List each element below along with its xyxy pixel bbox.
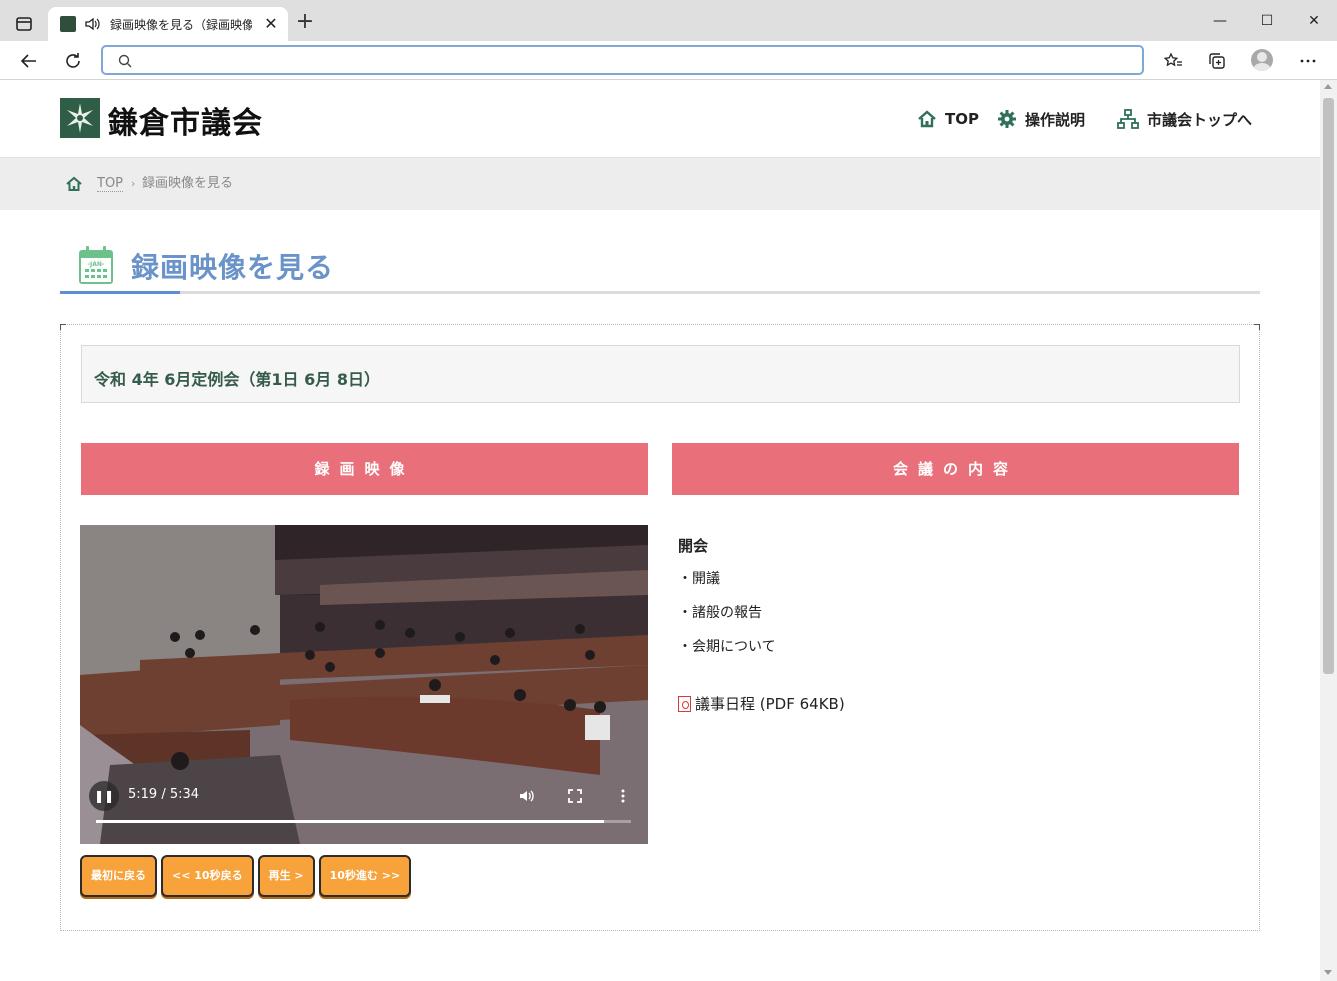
video-control-buttons: 最初に戻る << 10秒戻る 再生 > 10秒進む >> [80, 855, 415, 897]
video-progress-bar[interactable] [96, 820, 631, 823]
profile-avatar-icon[interactable] [1251, 49, 1273, 71]
header-nav-top[interactable]: TOP [917, 108, 979, 130]
scroll-up-arrow-icon[interactable] [1324, 84, 1332, 89]
fullscreen-icon[interactable] [566, 787, 584, 805]
video-player[interactable]: ❚❚ 5:19 / 5:34 [80, 525, 648, 844]
corner-mark [1254, 324, 1260, 330]
header-nav-top-label: TOP [945, 110, 979, 128]
tab-actions-icon[interactable] [12, 12, 36, 36]
search-icon [117, 53, 133, 69]
close-window-button[interactable]: ✕ [1303, 10, 1325, 32]
calendar-icon: -JAN- [78, 245, 114, 285]
gear-icon [998, 110, 1016, 128]
page-title: 録画映像を見る [131, 251, 335, 284]
address-input[interactable] [139, 50, 1129, 70]
maximize-button[interactable]: ☐ [1256, 10, 1278, 32]
meeting-item[interactable]: ・開議 [678, 568, 1238, 588]
volume-icon[interactable] [518, 787, 536, 805]
new-tab-button[interactable]: + [294, 11, 316, 34]
speaker-icon[interactable] [84, 15, 102, 33]
tab-close-icon[interactable]: ✕ [262, 15, 280, 33]
browser-tab[interactable]: 録画映像を見る（録画映像） ✕ [48, 7, 288, 41]
forward-10s-button[interactable]: 10秒進む >> [318, 855, 412, 897]
pause-icon[interactable]: ❚❚ [89, 781, 119, 811]
scroll-down-arrow-icon[interactable] [1324, 970, 1332, 975]
restart-button[interactable]: 最初に戻る [80, 855, 157, 897]
scroll-thumb[interactable] [1323, 98, 1334, 674]
breadcrumb-current: 録画映像を見る [142, 176, 234, 191]
pdf-icon [678, 695, 691, 712]
refresh-icon[interactable] [61, 49, 85, 73]
more-menu-icon[interactable] [1296, 49, 1320, 73]
home-icon [918, 110, 936, 128]
title-underline-accent [60, 291, 180, 294]
meeting-heading[interactable]: 開会 [678, 535, 1238, 556]
play-button[interactable]: 再生 > [257, 855, 315, 897]
meeting-item[interactable]: ・会期について [678, 636, 1238, 656]
agenda-pdf-link[interactable]: 議事日程 (PDF 64KB) [678, 693, 845, 714]
collections-icon[interactable] [1205, 49, 1229, 73]
meeting-content: 開会 ・開議 ・諸般の報告 ・会期について [678, 535, 1238, 670]
session-title: 令和 4年 6月定例会（第1日 6月 8日） [94, 370, 380, 389]
header-nav-guide-label: 操作説明 [1025, 110, 1086, 129]
video-panel-header: 録画映像 [81, 443, 648, 495]
sitemap-icon [1117, 109, 1139, 129]
meeting-item[interactable]: ・諸般の報告 [678, 602, 1238, 622]
browser-nav-bar [0, 41, 1337, 80]
kamakura-emblem-icon[interactable] [60, 98, 100, 138]
content-box: 令和 4年 6月定例会（第1日 6月 8日） 録画映像 会議の内容 ❚❚ 5:1… [60, 324, 1260, 931]
address-bar[interactable] [101, 45, 1144, 75]
site-header: 鎌倉市議会 TOP 操作説明 市議会トップへ [0, 80, 1320, 158]
video-time: 5:19 / 5:34 [128, 787, 200, 802]
tab-title: 録画映像を見る（録画映像） [110, 18, 252, 32]
site-favicon-icon [60, 16, 76, 32]
minimize-button[interactable]: — [1209, 10, 1231, 32]
browser-tab-bar: 録画映像を見る（録画映像） ✕ + — ☐ ✕ [0, 0, 1337, 41]
corner-mark [60, 324, 66, 330]
breadcrumb-separator: › [131, 177, 136, 190]
back-arrow-icon[interactable] [17, 49, 41, 73]
site-logo-text[interactable]: 鎌倉市議会 [108, 98, 263, 142]
session-header: 令和 4年 6月定例会（第1日 6月 8日） [81, 345, 1240, 403]
svg-text:-JAN-: -JAN- [88, 261, 105, 268]
agenda-pdf-label: 議事日程 (PDF 64KB) [695, 695, 845, 713]
breadcrumb: TOP › 録画映像を見る [0, 158, 1320, 210]
content-panel-header: 会議の内容 [672, 443, 1239, 495]
breadcrumb-home-icon[interactable] [66, 176, 82, 192]
page-scrollbar[interactable] [1320, 80, 1337, 981]
video-more-icon[interactable] [614, 787, 632, 805]
video-progress-fill [96, 820, 605, 823]
header-nav-council-top[interactable]: 市議会トップへ [1117, 108, 1252, 130]
favorites-star-icon[interactable] [1161, 49, 1185, 73]
web-page: 鎌倉市議会 TOP 操作説明 市議会トップへ TOP › 録画映像を見る -JA… [0, 80, 1320, 981]
title-underline [60, 291, 1260, 294]
breadcrumb-top-link[interactable]: TOP [97, 176, 124, 192]
rewind-10s-button[interactable]: << 10秒戻る [161, 855, 254, 897]
header-nav-council-top-label: 市議会トップへ [1147, 110, 1253, 129]
header-nav-guide[interactable]: 操作説明 [997, 108, 1085, 130]
